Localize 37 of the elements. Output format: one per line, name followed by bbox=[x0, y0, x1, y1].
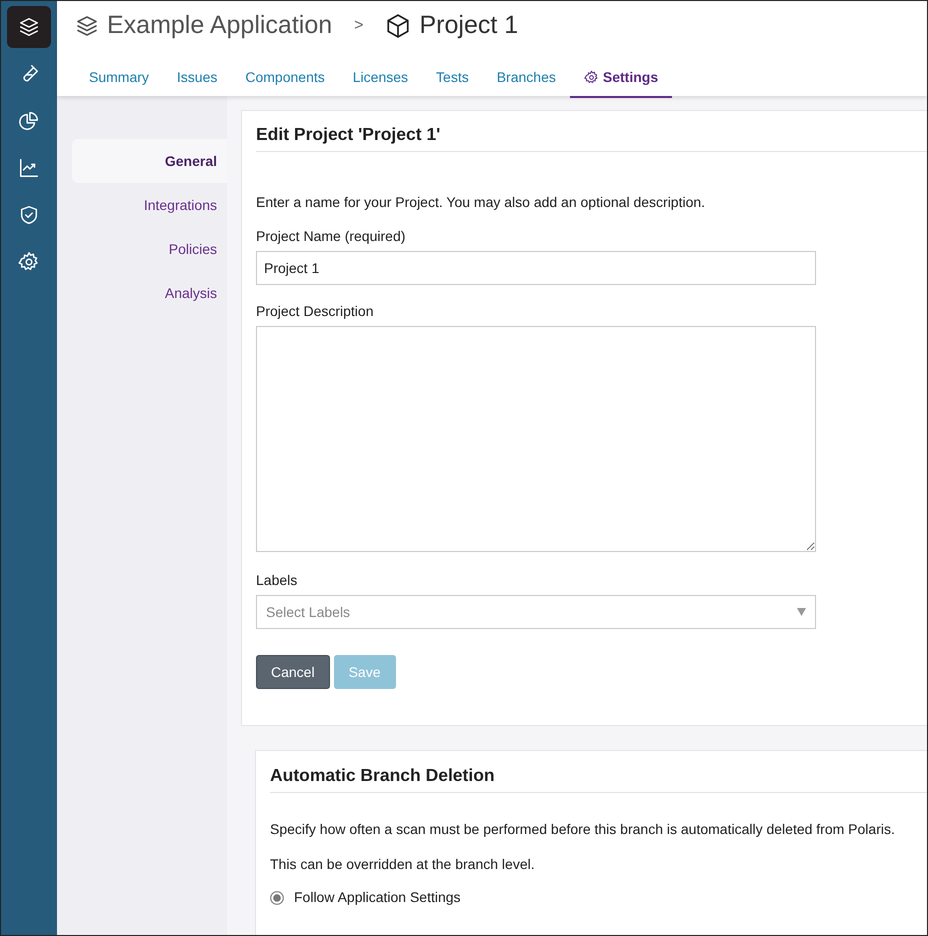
settings-nav-item[interactable]: General bbox=[72, 139, 227, 183]
description-text: This can be overridden at the branch level. bbox=[270, 855, 536, 874]
field-label: Project Description bbox=[256, 302, 374, 321]
settings-icon bbox=[18, 251, 40, 273]
radio-button[interactable] bbox=[270, 890, 284, 904]
rail-button[interactable] bbox=[7, 6, 51, 48]
breadcrumb-separator: > bbox=[354, 16, 364, 36]
settings-icon bbox=[584, 70, 599, 85]
trend-chart-icon bbox=[18, 157, 40, 179]
card-title: Edit Project 'Project 1' bbox=[256, 124, 927, 152]
field-label: Labels bbox=[256, 571, 298, 590]
card-title: Automatic Branch Deletion bbox=[270, 765, 927, 793]
nav-tab[interactable]: Summary bbox=[75, 57, 163, 98]
nav-tab[interactable]: Licenses bbox=[338, 57, 422, 98]
textarea-field[interactable] bbox=[256, 326, 816, 552]
layers-icon bbox=[75, 14, 99, 38]
nav-tab[interactable]: Tests bbox=[422, 57, 483, 98]
form-button[interactable]: Cancel bbox=[256, 655, 330, 689]
field-label: Project Name (required) bbox=[256, 227, 406, 246]
nav-tab[interactable]: Branches bbox=[482, 57, 570, 98]
nav-tab[interactable]: Components bbox=[231, 57, 339, 98]
option-label[interactable]: Follow Application Settings bbox=[294, 887, 461, 908]
application-title[interactable]: Example Application bbox=[107, 7, 332, 45]
description-text: Specify how often a scan must be performed before this branch is automatically deleted from Polaris. bbox=[270, 820, 896, 839]
layers-icon bbox=[18, 16, 40, 38]
cube-icon bbox=[385, 13, 412, 39]
shield-check-icon bbox=[18, 204, 40, 226]
nav-tab[interactable]: Issues bbox=[162, 57, 232, 98]
input-field[interactable]: Project 1 bbox=[256, 251, 816, 285]
settings-nav-item[interactable]: Policies bbox=[72, 227, 227, 271]
intro-text: Enter a name for your Project. You may also add an optional description. bbox=[256, 193, 706, 212]
settings-nav-item[interactable]: Analysis bbox=[72, 271, 227, 315]
caret-icon bbox=[797, 608, 806, 616]
pie-chart-icon bbox=[18, 110, 40, 132]
select-field[interactable]: Select Labels bbox=[256, 595, 816, 629]
project-title: Project 1 bbox=[419, 10, 518, 42]
settings-nav-item[interactable]: Integrations bbox=[72, 183, 227, 227]
